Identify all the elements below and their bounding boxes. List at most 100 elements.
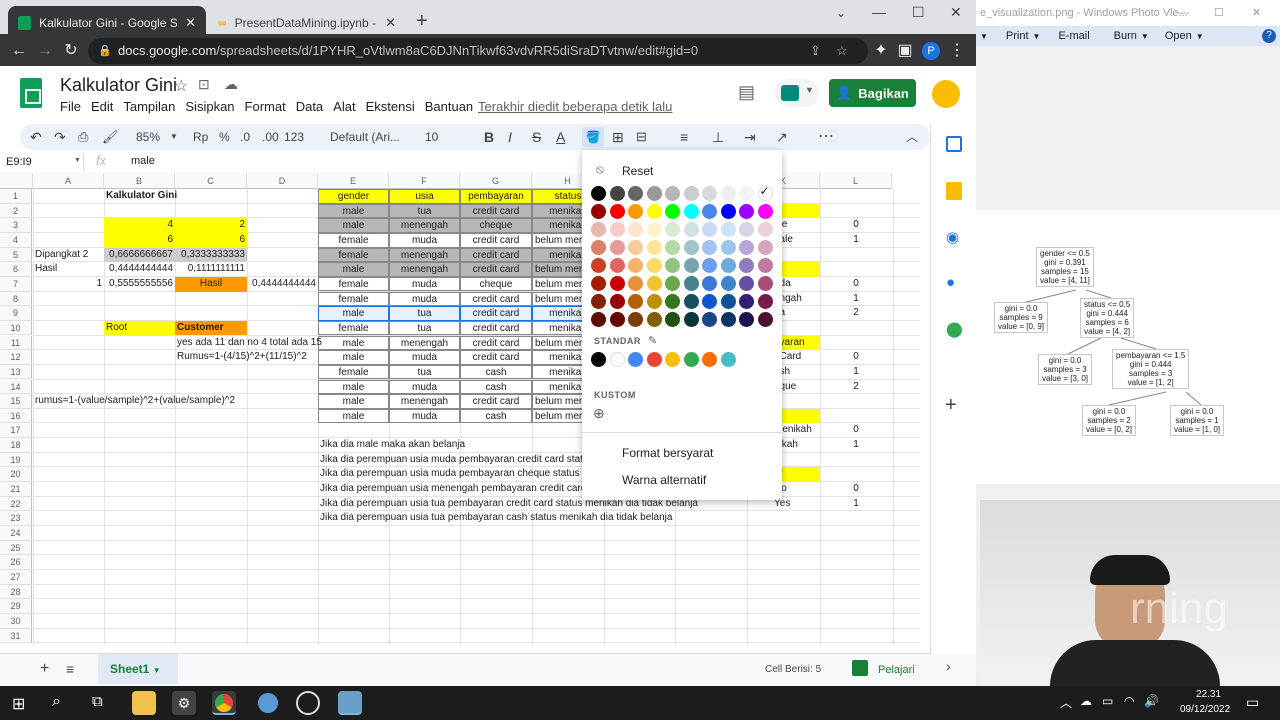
color-swatch[interactable]	[646, 222, 662, 237]
cell-E23[interactable]: Jika dia perempuan usia tua pembayaran c…	[318, 511, 674, 526]
reset-color-button[interactable]: Reset	[622, 164, 653, 178]
cell-C11[interactable]: yes ada 11 dan no 4 total ada 15	[175, 336, 324, 351]
color-swatch[interactable]	[609, 222, 625, 237]
menu-extensions[interactable]: Ekstensi	[366, 99, 415, 114]
table-cell[interactable]: credit card	[460, 203, 532, 219]
color-swatch[interactable]	[702, 258, 717, 273]
sidebar-icon[interactable]: ▣	[892, 38, 918, 64]
color-swatch[interactable]	[683, 294, 699, 309]
color-swatch[interactable]	[702, 204, 717, 219]
keep-icon[interactable]	[946, 182, 962, 200]
color-swatch[interactable]	[683, 258, 699, 273]
menu-help[interactable]: Bantuan	[425, 99, 473, 114]
table-cell[interactable]: cheque	[460, 276, 532, 292]
standard-color-swatch[interactable]	[683, 352, 699, 367]
table-cell[interactable]: credit card	[460, 306, 532, 321]
table-cell[interactable]: tua	[389, 320, 460, 336]
cell-E20[interactable]: Jika dia perempuan usia muda pembayaran …	[318, 467, 598, 482]
share-button[interactable]: 👤 Bagikan	[829, 79, 916, 107]
cell-B1[interactable]: Kalkulator Gini	[104, 189, 179, 204]
row-header[interactable]: 30	[0, 613, 32, 629]
cell-B10[interactable]: Root	[104, 321, 129, 336]
column-header[interactable]: G	[460, 173, 532, 189]
avatar[interactable]	[932, 80, 960, 108]
standard-color-swatch[interactable]	[646, 352, 662, 367]
row-header[interactable]: 26	[0, 555, 32, 570]
tasks-icon[interactable]: ◉	[946, 228, 959, 246]
color-swatch[interactable]	[665, 258, 680, 273]
table-cell[interactable]: male	[318, 335, 389, 351]
table-cell[interactable]: credit card	[460, 233, 532, 248]
table-cell[interactable]: male	[318, 306, 389, 321]
wifi-icon[interactable]: ◠	[1124, 694, 1134, 708]
table-cell[interactable]: female	[318, 291, 389, 307]
cell-C12[interactable]: Rumus=1-(4/15)^2+(11/15)^2	[175, 350, 309, 365]
table-cell[interactable]: credit card	[460, 350, 532, 365]
bookmark-star-icon[interactable]: ☆	[836, 38, 848, 64]
color-swatch[interactable]	[628, 186, 643, 201]
color-swatch[interactable]	[591, 186, 606, 201]
row-header[interactable]: 3	[0, 218, 32, 233]
move-folder-icon[interactable]: ⊡	[198, 76, 210, 93]
contacts-icon[interactable]: ●	[946, 274, 955, 291]
menu-tools[interactable]: Alat	[333, 99, 355, 114]
color-swatch[interactable]	[609, 312, 625, 327]
print-menu[interactable]: Print	[1006, 30, 1029, 42]
maximize-button[interactable]: ☐	[912, 4, 925, 21]
browser-menu-icon[interactable]: ⋮	[944, 38, 970, 64]
redo-icon[interactable]: ↷	[54, 124, 66, 150]
profile-avatar[interactable]: P	[922, 42, 940, 60]
address-bar[interactable]: 🔒 docs.google.com/spreadsheets/d/1PYHR_o…	[88, 38, 868, 64]
color-swatch[interactable]	[628, 222, 643, 237]
close-window-button[interactable]: ✕	[950, 4, 962, 21]
sheets-logo[interactable]	[20, 78, 42, 108]
edit-pencil-icon[interactable]: ✎	[648, 334, 657, 347]
clock-date[interactable]: 09/12/2022	[1180, 704, 1230, 715]
table-cell[interactable]: cash	[460, 364, 532, 380]
row-header[interactable]: 24	[0, 525, 32, 541]
row-header[interactable]: 7	[0, 276, 32, 292]
table-header-cell[interactable]: usia	[389, 189, 460, 204]
cell-E18[interactable]: Jika dia male maka akan belanja	[318, 438, 467, 453]
table-cell[interactable]: menengah	[389, 218, 460, 233]
menu-format[interactable]: Format	[245, 99, 286, 114]
cell-C3[interactable]: 2	[175, 218, 247, 233]
row-header[interactable]: 21	[0, 482, 32, 497]
row-header[interactable]: 25	[0, 540, 32, 556]
row-header[interactable]: 22	[0, 496, 32, 512]
standard-color-swatch[interactable]	[702, 352, 717, 367]
calendar-icon[interactable]	[946, 136, 962, 152]
color-swatch[interactable]	[628, 204, 643, 219]
clock-time[interactable]: 22.31	[1196, 689, 1221, 700]
color-swatch[interactable]	[646, 204, 662, 219]
volume-icon[interactable]: 🔊	[1144, 694, 1159, 708]
color-swatch[interactable]	[757, 258, 773, 273]
standard-color-swatch[interactable]	[628, 352, 643, 367]
increase-decimal-button[interactable]: .00	[262, 124, 279, 150]
tray-chevron-icon[interactable]: ︿	[1060, 694, 1072, 711]
text-rotation-icon[interactable]: ↗	[776, 124, 788, 150]
cell-L17[interactable]: 0	[820, 423, 892, 438]
color-swatch[interactable]	[683, 240, 699, 255]
color-swatch[interactable]	[683, 312, 699, 327]
color-swatch[interactable]	[683, 186, 699, 201]
italic-button[interactable]: I	[508, 124, 512, 150]
table-cell[interactable]: menengah	[389, 394, 460, 409]
color-swatch[interactable]	[646, 294, 662, 309]
table-cell[interactable]: male	[318, 394, 389, 409]
app-icon[interactable]	[256, 691, 280, 715]
table-header-cell[interactable]: pembayaran	[460, 189, 532, 204]
color-swatch[interactable]	[757, 240, 773, 255]
color-swatch[interactable]	[683, 222, 699, 237]
color-swatch[interactable]	[628, 240, 643, 255]
cell-L12[interactable]: 0	[820, 350, 892, 365]
cell-L9[interactable]: 2	[820, 306, 892, 321]
table-cell[interactable]: tua	[389, 364, 460, 380]
help-icon[interactable]: ?	[1262, 29, 1276, 43]
column-header[interactable]: B	[104, 173, 175, 189]
menu-data[interactable]: Data	[296, 99, 323, 114]
row-header[interactable]: 1	[0, 189, 32, 204]
row-header[interactable]: 14	[0, 379, 32, 395]
color-swatch[interactable]	[702, 186, 717, 201]
cell-B4[interactable]: 6	[104, 233, 175, 248]
